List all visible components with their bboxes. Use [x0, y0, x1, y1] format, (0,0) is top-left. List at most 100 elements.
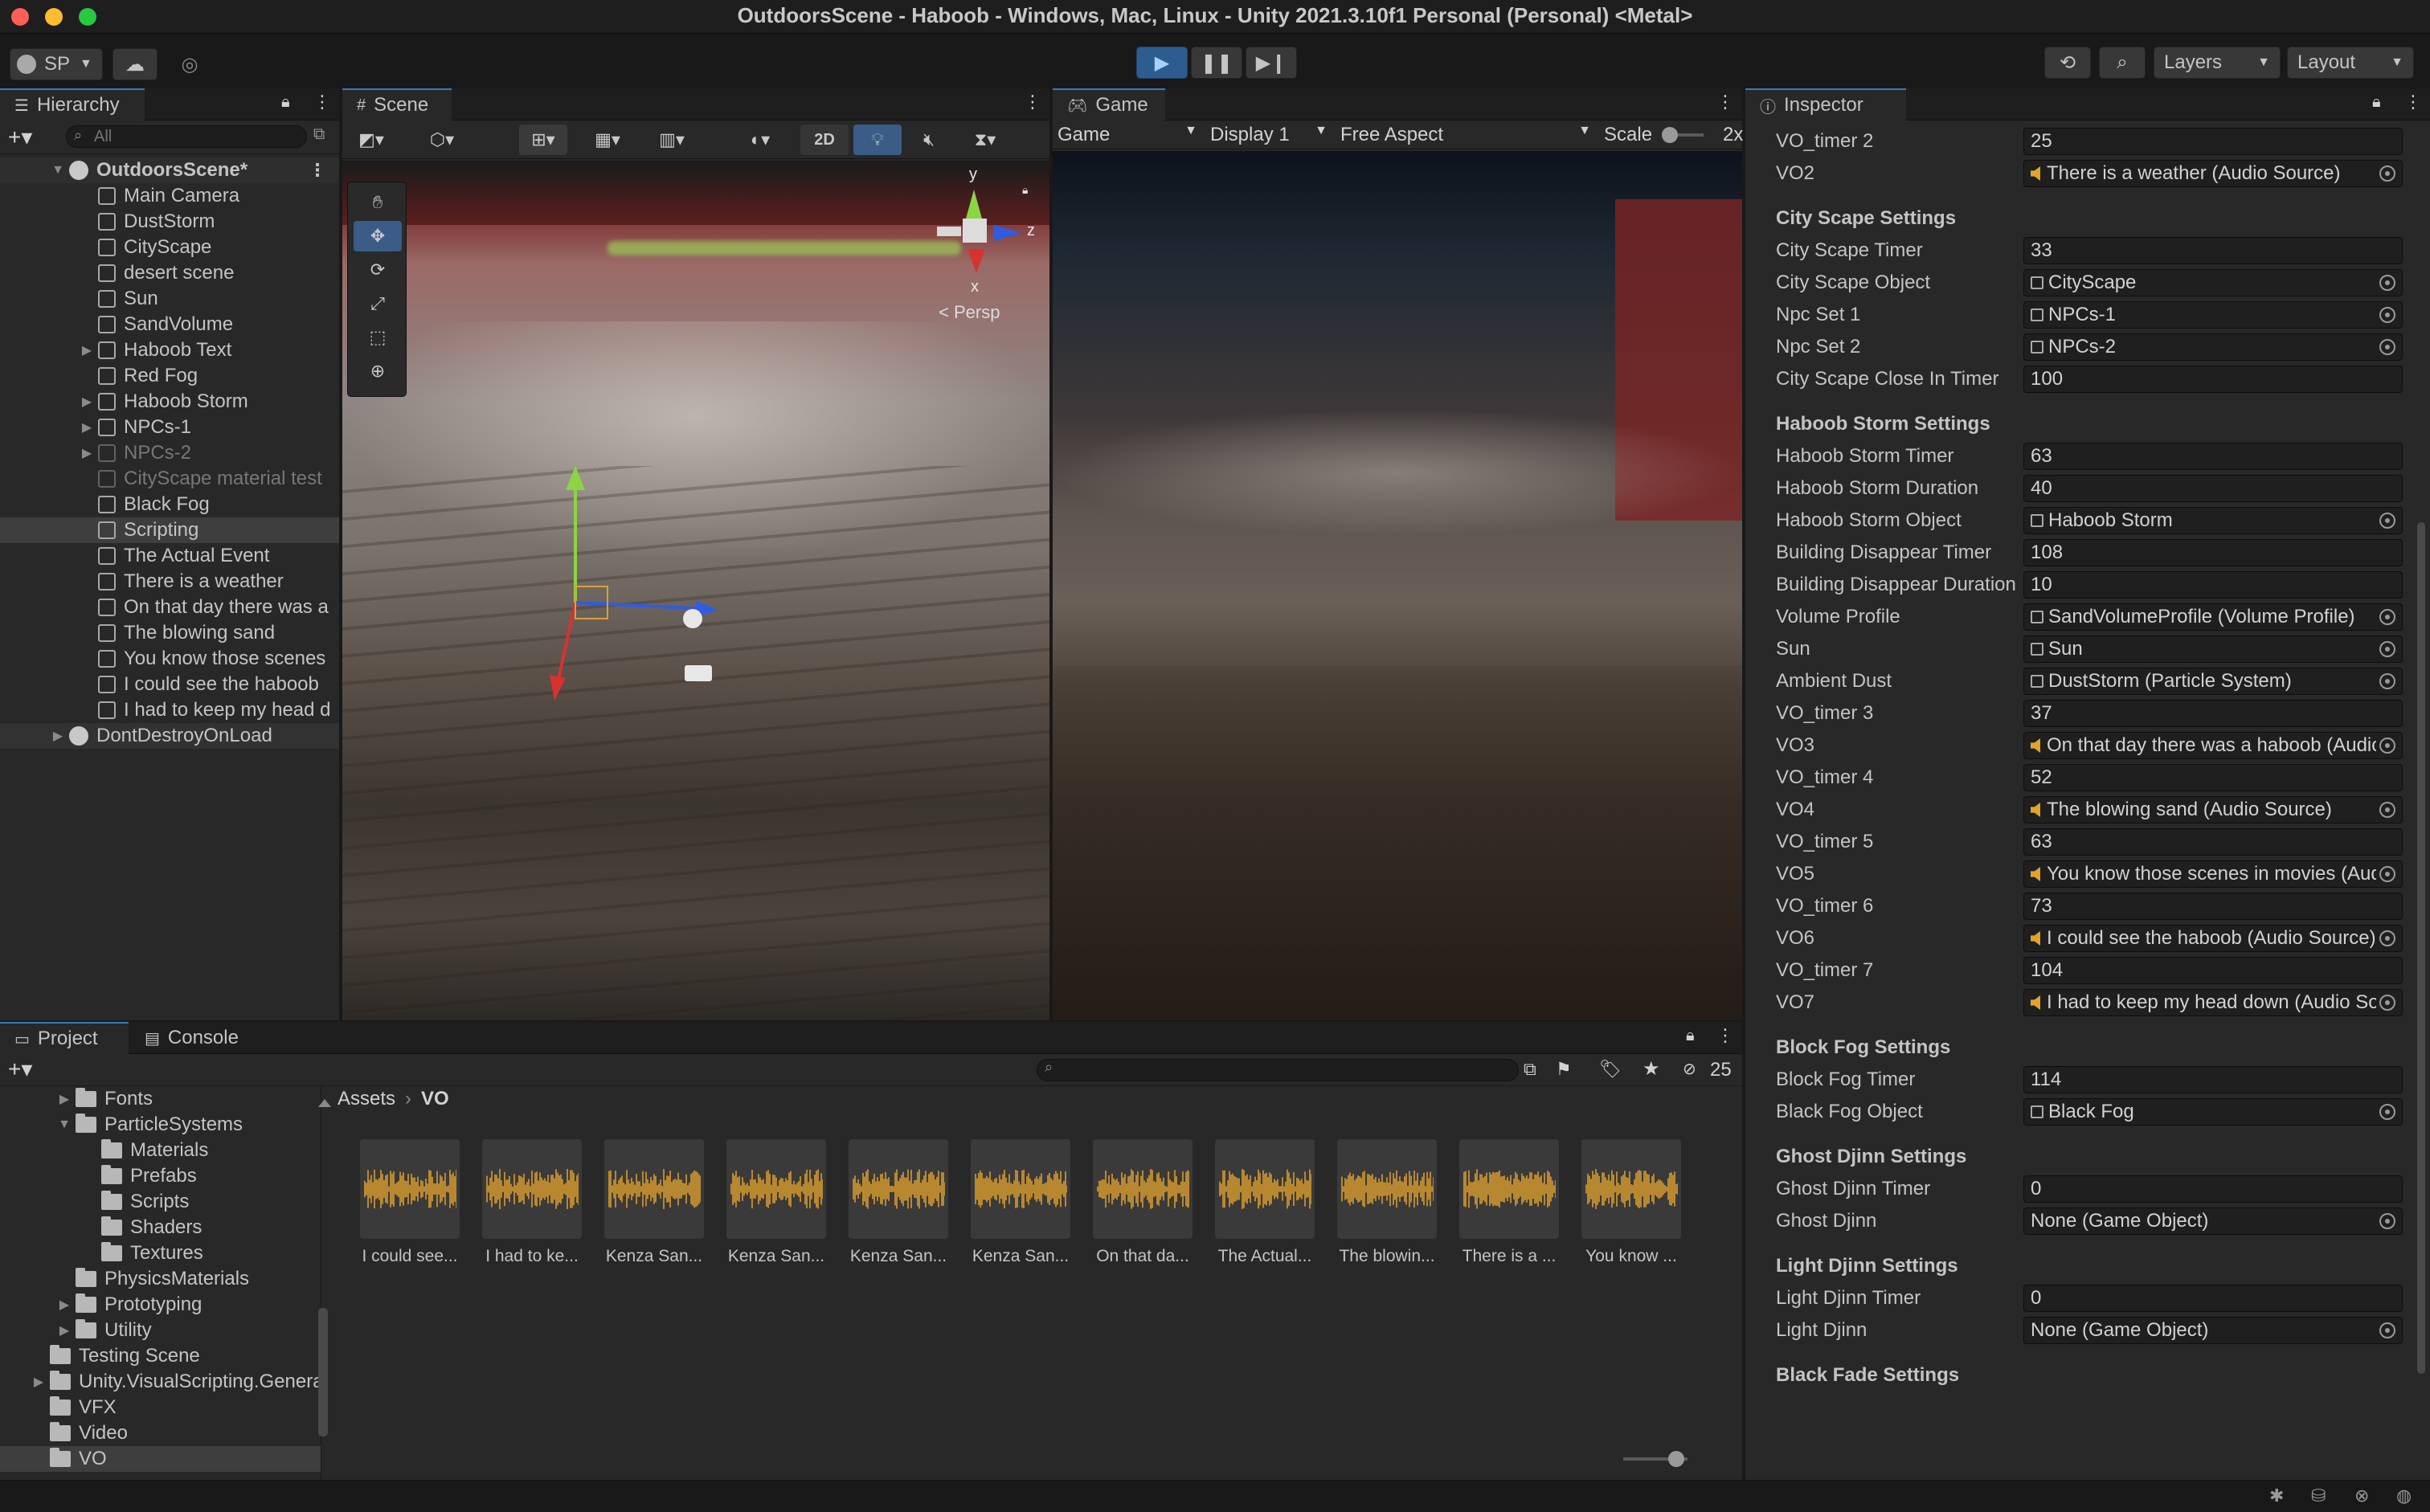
inspector-scrollbar[interactable] — [2417, 522, 2425, 1374]
object-picker-icon[interactable] — [2379, 930, 2395, 946]
project-folder-item[interactable]: Scripts — [0, 1189, 321, 1215]
object-reference-field[interactable]: Black Fog — [2023, 1098, 2403, 1126]
tab-project[interactable]: ▭ Project — [0, 1022, 129, 1054]
tag-icon[interactable]: 🏷︎ — [1599, 1059, 1622, 1080]
chevron-down-icon[interactable]: ▼ — [51, 163, 64, 178]
number-input[interactable]: 0 — [2023, 1175, 2403, 1203]
number-input[interactable]: 52 — [2023, 764, 2403, 791]
project-folder-item[interactable]: ▶ Unity.VisualScripting.Generated — [0, 1369, 321, 1395]
play-button[interactable]: ▶ — [1136, 47, 1188, 79]
lock-icon[interactable]: 🔒︎ — [1686, 1027, 1695, 1045]
number-input[interactable]: 63 — [2023, 828, 2403, 856]
hierarchy-item[interactable]: The Actual Event — [0, 543, 339, 569]
object-reference-field[interactable]: On that day there was a haboob (Audio So… — [2023, 732, 2403, 759]
chevron-right-icon[interactable]: ▶ — [80, 419, 93, 435]
more-options-icon[interactable]: ⋮ — [313, 92, 331, 112]
hierarchy-item[interactable]: Main Camera — [0, 183, 339, 209]
object-picker-icon[interactable] — [2379, 307, 2395, 323]
chevron-down-icon[interactable]: ▼ — [58, 1118, 71, 1132]
chevron-right-icon[interactable]: ▶ — [32, 1374, 45, 1390]
progress-icon[interactable]: ◍ — [2396, 1485, 2412, 1506]
layers-dropdown[interactable]: Layers ▼ — [2154, 47, 2281, 79]
hierarchy-search-input[interactable] — [66, 125, 307, 148]
tab-hierarchy[interactable]: ☰ Hierarchy — [0, 88, 145, 121]
display-dropdown[interactable]: Display 1 ▼ — [1210, 124, 1328, 146]
account-dropdown[interactable]: SP ▼ — [10, 48, 103, 80]
dont-destroy-root[interactable]: ▶ DontDestroyOnLoad — [0, 723, 339, 749]
pause-button[interactable]: ❚❚ — [1191, 47, 1242, 79]
more-options-icon[interactable]: ⋮ — [309, 160, 326, 181]
object-picker-icon[interactable] — [2379, 673, 2395, 689]
audio-clip-asset[interactable]: On that da... — [1093, 1139, 1192, 1266]
object-reference-field[interactable]: There is a weather (Audio Source) — [2023, 160, 2403, 187]
perspective-label[interactable]: < Persp — [939, 302, 1000, 323]
lighting-toggle-icon[interactable]: 💡︎ — [853, 125, 902, 155]
object-picker-icon[interactable] — [2379, 609, 2395, 625]
chevron-right-icon[interactable]: ▶ — [58, 1091, 71, 1107]
move-grid-icon[interactable]: ⊞▾ — [519, 125, 567, 155]
project-folder-item[interactable]: VO — [0, 1446, 321, 1472]
project-folder-item[interactable]: Materials — [0, 1138, 321, 1163]
effects-toggle-icon[interactable]: ⧗▾ — [961, 125, 1009, 155]
chevron-right-icon[interactable]: ▶ — [80, 394, 93, 410]
project-folder-item[interactable]: ▶ Fonts — [0, 1086, 321, 1112]
draw-mode-icon[interactable]: ◩▾ — [347, 125, 395, 155]
hierarchy-item[interactable]: CityScape material test — [0, 466, 339, 492]
search-button[interactable]: ⌕ — [2099, 47, 2146, 79]
light-gizmo-icon[interactable] — [683, 609, 702, 628]
lock-icon[interactable]: 🔒︎ — [2372, 93, 2381, 112]
object-reference-field[interactable]: None (Game Object) — [2023, 1317, 2403, 1344]
hierarchy-item[interactable]: ▶ NPCs-1 — [0, 415, 339, 440]
audio-toggle-icon[interactable]: 🔇︎ — [905, 125, 953, 155]
zoom-slider-handle[interactable] — [1668, 1451, 1684, 1467]
breadcrumb-assets[interactable]: Assets — [338, 1088, 395, 1110]
object-reference-field[interactable]: CityScape — [2023, 269, 2403, 296]
number-input[interactable]: 108 — [2023, 539, 2403, 566]
hand-tool-icon[interactable]: ✋︎ — [354, 187, 402, 218]
game-viewport[interactable] — [1053, 151, 1742, 1020]
project-folder-item[interactable]: Testing Scene — [0, 1343, 321, 1369]
camera-gizmo-icon[interactable] — [685, 665, 712, 681]
object-picker-icon[interactable] — [2379, 995, 2395, 1011]
number-input[interactable]: 33 — [2023, 237, 2403, 264]
project-folder-item[interactable]: ▶ Prototyping — [0, 1292, 321, 1318]
hierarchy-item[interactable]: The blowing sand — [0, 620, 339, 646]
move-tool-icon[interactable]: ✥ — [354, 221, 402, 251]
number-input[interactable]: 10 — [2023, 571, 2403, 599]
project-folder-item[interactable]: ▼ ParticleSystems — [0, 1112, 321, 1138]
database-icon[interactable]: ⛁ — [2311, 1485, 2326, 1506]
audio-clip-asset[interactable]: You know ... — [1581, 1139, 1681, 1266]
history-button[interactable]: ⟲ — [2044, 47, 2091, 79]
hierarchy-item[interactable]: Black Fog — [0, 492, 339, 517]
lock-icon[interactable]: 🔒︎ — [281, 93, 290, 112]
object-picker-icon[interactable] — [2379, 802, 2395, 818]
object-picker-icon[interactable] — [2379, 275, 2395, 291]
number-input[interactable]: 25 — [2023, 128, 2403, 155]
scene-viewport[interactable]: ✋︎ ✥ ⟳ ⤢ ⬚ ⊕ y z x < Persp 🔒︎ — [342, 161, 1049, 1020]
view-axis-y[interactable] — [966, 190, 982, 219]
2d-toggle[interactable]: 2D — [800, 125, 849, 155]
object-reference-field[interactable]: The blowing sand (Audio Source) — [2023, 796, 2403, 823]
chevron-right-icon[interactable]: ▶ — [80, 445, 93, 461]
rect-tool-icon[interactable]: ⬚ — [354, 322, 402, 353]
view-axis-x[interactable] — [968, 249, 985, 273]
hierarchy-item[interactable]: There is a weather — [0, 569, 339, 595]
audio-clip-asset[interactable]: Kenza San... — [726, 1139, 826, 1266]
number-input[interactable]: 114 — [2023, 1066, 2403, 1093]
create-plus-icon[interactable]: +▾ — [8, 1056, 32, 1082]
layout-dropdown[interactable]: Layout ▼ — [2287, 47, 2414, 79]
transform-tool-icon[interactable]: ⊕ — [354, 356, 402, 386]
object-reference-field[interactable]: DustStorm (Particle System) — [2023, 668, 2403, 695]
audio-clip-asset[interactable]: Kenza San... — [971, 1139, 1070, 1266]
number-input[interactable]: 104 — [2023, 957, 2403, 984]
aspect-dropdown[interactable]: Free Aspect ▼ — [1340, 124, 1591, 146]
scene-visibility-icon[interactable]: ⧉ — [313, 125, 325, 144]
hierarchy-item[interactable]: ▶ Haboob Storm — [0, 389, 339, 415]
audio-clip-asset[interactable]: The blowin... — [1337, 1139, 1437, 1266]
audio-clip-asset[interactable]: Kenza San... — [849, 1139, 948, 1266]
chevron-right-icon[interactable]: ▶ — [58, 1322, 71, 1338]
audio-clip-asset[interactable]: The Actual... — [1215, 1139, 1315, 1266]
object-reference-field[interactable]: I had to keep my head down (Audio Source… — [2023, 989, 2403, 1016]
scale-tool-icon[interactable]: ⤢ — [354, 288, 402, 319]
object-reference-field[interactable]: Sun — [2023, 635, 2403, 663]
